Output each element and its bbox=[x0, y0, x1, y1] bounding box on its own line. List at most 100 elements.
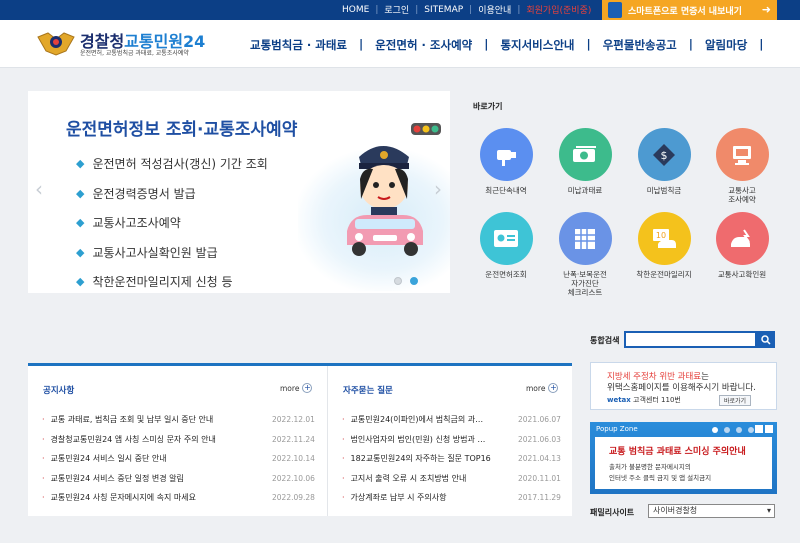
mileage-icon: 10 bbox=[637, 212, 691, 265]
quick-item-mileage[interactable]: 10 착한운전마일리지 bbox=[624, 212, 704, 279]
notice-item[interactable]: · 교통민원24 서비스 일시 중단 안내 2022.10.14 bbox=[42, 449, 315, 469]
quick-item-unpaid-penalty[interactable]: $ 미납범칙금 bbox=[624, 128, 704, 195]
notice-item[interactable]: · 교통민원24 사칭 문자메시지에 속지 마세요 2022.09.28 bbox=[42, 488, 315, 508]
faq-title: 자주묻는 질문 bbox=[343, 386, 393, 396]
main-navigation: 교통범칙금 · 과태료 | 운전면허 · 조사예약 | 통지서비스안내 | 우편… bbox=[250, 37, 764, 53]
guide-link[interactable]: 이용안내 bbox=[478, 3, 511, 16]
banner-item: ◆ 교통사고사실확인원 발급 bbox=[76, 245, 218, 260]
top-utility-bar: HOME | 로그인 | SITEMAP | 이용안내 | 회원가입(준비중) … bbox=[0, 0, 800, 20]
banner-dot-active[interactable] bbox=[410, 277, 418, 285]
quick-item-reckless-checklist[interactable]: 난폭·보복운전 자가진단 체크리스트 bbox=[545, 212, 625, 297]
popup-dot[interactable] bbox=[712, 427, 718, 433]
plus-icon: + bbox=[548, 383, 559, 393]
license-icon bbox=[479, 212, 533, 265]
faq-item[interactable]: · 가상계좌로 납부 시 주의사항 2017.11.29 bbox=[342, 488, 561, 508]
nav-mail-return[interactable]: 우편물반송공고 bbox=[603, 37, 677, 53]
notice-title: 공지사항 bbox=[43, 386, 75, 396]
popup-play-button[interactable] bbox=[765, 425, 773, 433]
signup-link[interactable]: 회원가입(준비중) bbox=[526, 3, 591, 16]
svg-text:10: 10 bbox=[656, 231, 666, 240]
login-link[interactable]: 로그인 bbox=[384, 3, 409, 16]
app-button-label: 스마트폰으로 면증서 내보내기 bbox=[628, 6, 742, 17]
arrow-right-icon: ➜ bbox=[761, 3, 771, 16]
site-logo[interactable]: 경찰청교통민원24 운전면허, 교통범칙금 과태료, 교통조사예약 bbox=[36, 27, 206, 61]
notice-item[interactable]: · 경찰청교통민원24 앱 사칭 스미싱 문자 주의 안내 2022.11.24 bbox=[42, 430, 315, 450]
faq-list: · 교통민원24(이파인)에서 범칙금의 과… 2021.06.07 · 법인사업자의… bbox=[342, 410, 561, 508]
faq-item[interactable]: · 고지서 출력 오류 시 조치방법 안내 2020.11.01 bbox=[342, 469, 561, 489]
search-input[interactable] bbox=[624, 331, 757, 348]
separator: | bbox=[469, 4, 473, 15]
nav-notices[interactable]: 알림마당 bbox=[705, 37, 747, 53]
quick-item-license-lookup[interactable]: 운전면허조회 bbox=[466, 212, 546, 279]
banner-prev-button[interactable]: ‹ bbox=[35, 177, 43, 201]
search-icon bbox=[761, 334, 771, 345]
police-character-illustration bbox=[347, 123, 441, 256]
popup-dot[interactable] bbox=[724, 427, 730, 433]
camera-icon bbox=[479, 128, 533, 181]
nav-notification[interactable]: 통지서비스안내 bbox=[500, 37, 574, 53]
popup-card[interactable]: 교통 범칙금 과태료 스미싱 주의안내 출처가 불분명한 문자메시지의 인터넷 … bbox=[595, 437, 772, 489]
diamond-icon: ◆ bbox=[76, 186, 85, 200]
banner-next-button[interactable]: › bbox=[434, 177, 442, 201]
diamond-icon: ◆ bbox=[76, 157, 85, 171]
separator: | bbox=[415, 4, 419, 15]
popup-zone: Popup Zone 교통 범칙금 과태료 스미싱 주의안내 출처가 불분명한 … bbox=[590, 422, 777, 494]
header: 경찰청교통민원24 운전면허, 교통범칙금 과태료, 교통조사예약 교통범칙금 … bbox=[0, 20, 800, 68]
phone-icon bbox=[608, 2, 622, 18]
nav-fines[interactable]: 교통범칙금 · 과태료 bbox=[250, 37, 347, 53]
faq-board: 자주묻는 질문 more + · 교통민원24(이파인)에서 범칙금의 과… 2021… bbox=[327, 366, 572, 516]
sitemap-link[interactable]: SITEMAP bbox=[424, 5, 463, 15]
quick-links-title: 바로가기 bbox=[473, 102, 503, 111]
popup-dot[interactable] bbox=[736, 427, 742, 433]
app-download-button[interactable]: 스마트폰으로 면증서 내보내기 ➜ bbox=[602, 0, 777, 20]
banner-item: ◆ 착한운전마일리지제 신청 등 bbox=[76, 275, 233, 290]
separator: | bbox=[375, 4, 379, 15]
banner-dot[interactable] bbox=[394, 277, 402, 285]
utility-links: HOME | 로그인 | SITEMAP | 이용안내 | 회원가입(준비중) bbox=[342, 3, 591, 17]
banner-title: 운전면허정보 조회·교통조사예약 bbox=[66, 120, 298, 140]
faq-more-button[interactable]: more + bbox=[526, 383, 559, 393]
notice-board: 공지사항 more + · 교통 과태료, 범칙금 조회 및 납부 일시 중단 안내… bbox=[28, 366, 327, 516]
home-link[interactable]: HOME bbox=[342, 5, 369, 15]
popup-dot[interactable] bbox=[748, 427, 754, 433]
wetax-banner[interactable]: 지방세 주정차 위반 과태료는 위택스홈페이지를 이용해주시기 바랍니다. we… bbox=[590, 362, 777, 410]
popup-pause-button[interactable] bbox=[755, 425, 763, 433]
faq-item[interactable]: · 법인사업자의 법인(민원) 신청 방법과 … 2021.06.03 bbox=[342, 430, 561, 450]
accident-icon bbox=[715, 212, 769, 265]
search-button[interactable] bbox=[757, 331, 775, 348]
svg-text:$: $ bbox=[661, 149, 668, 162]
family-site-select[interactable]: 사이버경찰청 ▾ bbox=[648, 504, 775, 518]
wetax-go-button[interactable]: 바로가기 bbox=[719, 395, 752, 406]
quick-item-unpaid-fines[interactable]: 미납과태료 bbox=[545, 128, 625, 195]
brand-subtitle: 운전면허, 교통범칙금 과태료, 교통조사예약 bbox=[80, 50, 189, 57]
checklist-icon bbox=[558, 212, 612, 265]
nav-license[interactable]: 운전면허 · 조사예약 bbox=[375, 37, 472, 53]
faq-item[interactable]: · 182교통민원24의 자주하는 질문 TOP16 2021.04.13 bbox=[342, 449, 561, 469]
diamond-icon: ◆ bbox=[76, 275, 85, 289]
tax-icon: $ bbox=[637, 128, 691, 181]
popup-zone-title: Popup Zone bbox=[596, 425, 638, 433]
diamond-icon: ◆ bbox=[76, 245, 85, 259]
quick-item-recent-enforcement[interactable]: 최근단속내역 bbox=[466, 128, 546, 195]
police-emblem-icon bbox=[37, 32, 75, 56]
wetax-logo: wetax bbox=[607, 396, 631, 404]
quick-item-accident-certificate[interactable]: 교통사고확인원 bbox=[702, 212, 782, 279]
notice-item[interactable]: · 교통 과태료, 범칙금 조회 및 납부 일시 중단 안내 2022.12.01 bbox=[42, 410, 315, 430]
family-site-label: 패밀리사이트 bbox=[590, 508, 635, 517]
money-icon bbox=[558, 128, 612, 181]
quick-item-accident-reservation[interactable]: 교통사고 조사예약 bbox=[702, 128, 782, 204]
main-banner[interactable]: 운전면허정보 조회·교통조사예약 ◆ 운전면허 적성검사(갱신) 기간 조회 ◆ 운… bbox=[28, 91, 450, 293]
banner-pagination bbox=[394, 277, 418, 285]
board-panel: 공지사항 more + · 교통 과태료, 범칙금 조회 및 납부 일시 중단 안내… bbox=[28, 363, 572, 516]
banner-list: ◆ 운전면허 적성검사(갱신) 기간 조회 ◆ 운전경력증명서 발급 ◆ 교통사고조사… bbox=[76, 149, 268, 293]
popup-pagination bbox=[712, 427, 754, 433]
separator: | bbox=[517, 4, 521, 15]
notice-item[interactable]: · 교통민원24 서비스 중단 일정 변경 알림 2022.10.06 bbox=[42, 469, 315, 489]
faq-item[interactable]: · 교통민원24(이파인)에서 범칙금의 과… 2021.06.07 bbox=[342, 410, 561, 430]
banner-item: ◆ 운전경력증명서 발급 bbox=[76, 186, 196, 201]
notice-more-button[interactable]: more + bbox=[280, 383, 313, 393]
chevron-down-icon: ▾ bbox=[766, 506, 771, 515]
notice-list: · 교통 과태료, 범칙금 조회 및 납부 일시 중단 안내 2022.12.01 … bbox=[42, 410, 315, 508]
computer-icon bbox=[715, 128, 769, 181]
banner-item: ◆ 교통사고조사예약 bbox=[76, 216, 181, 231]
